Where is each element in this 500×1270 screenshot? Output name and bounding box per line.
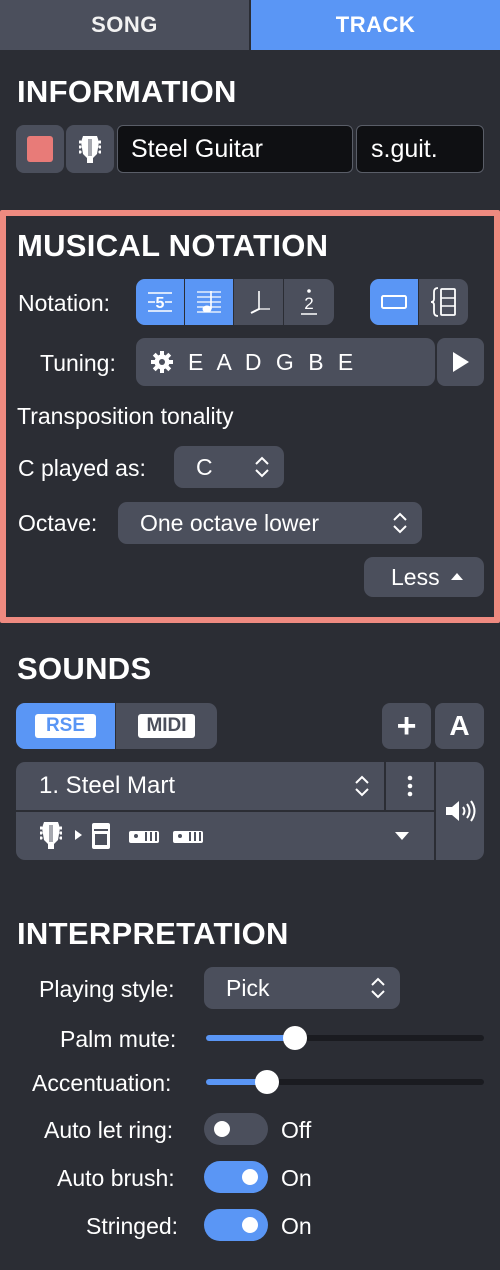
track-name-field[interactable]: Steel Guitar	[117, 125, 353, 173]
tablature-icon: 5	[148, 292, 172, 312]
standard-notation-icon	[197, 291, 221, 313]
updown-chevron-icon	[393, 512, 407, 534]
tuning-label: Tuning:	[40, 350, 116, 376]
tuning-select[interactable]: E A D G B E	[136, 338, 435, 386]
auto-let-ring-label: Auto let ring:	[44, 1117, 174, 1143]
play-arrow-icon	[75, 830, 82, 840]
add-sound-button[interactable]: +	[382, 703, 431, 749]
svg-text:5: 5	[156, 295, 165, 312]
accentuation-label: Accentuation:	[32, 1070, 172, 1096]
standard-notation-mode-button[interactable]	[185, 279, 234, 325]
single-staff-icon	[381, 295, 407, 309]
sound-engine-group: RSE MIDI	[16, 703, 217, 749]
auto-brush-toggle[interactable]	[204, 1161, 268, 1193]
stringed-state: On	[281, 1213, 312, 1239]
track-color-button[interactable]	[16, 125, 64, 173]
midi-label: MIDI	[138, 714, 195, 738]
rse-label: RSE	[34, 714, 97, 738]
less-button[interactable]: Less	[364, 557, 484, 597]
slash-notation-icon	[250, 291, 270, 314]
playing-style-label: Playing style:	[39, 976, 175, 1002]
tablature-mode-button[interactable]: 5	[136, 279, 185, 325]
toggle-knob	[242, 1169, 258, 1185]
auto-let-ring-toggle[interactable]	[204, 1113, 268, 1145]
sound-select[interactable]: 1. Steel Mart	[16, 762, 384, 810]
tab-track[interactable]: TRACK	[251, 0, 500, 50]
toggle-knob	[214, 1121, 230, 1137]
layout-mode-group	[370, 279, 468, 325]
notation-mode-group: 5 2	[136, 279, 334, 325]
color-swatch	[27, 136, 53, 162]
interpretation-title: INTERPRETATION	[17, 916, 289, 951]
accentuation-slider[interactable]	[206, 1070, 484, 1094]
numbered-notation-icon: 2	[301, 289, 317, 315]
auto-brush-state: On	[281, 1165, 312, 1191]
palm-mute-handle[interactable]	[283, 1026, 307, 1050]
effect-pedal-icon	[173, 831, 203, 843]
guitar-headstock-icon	[79, 136, 101, 163]
sound-name: 1. Steel Mart	[39, 772, 176, 799]
notation-label: Notation:	[18, 290, 111, 316]
information-title: INFORMATION	[17, 74, 237, 109]
c-played-as-select[interactable]: C	[174, 446, 284, 488]
palm-mute-fill	[206, 1035, 295, 1041]
sound-options-button[interactable]	[386, 762, 434, 810]
toggle-knob	[242, 1217, 258, 1233]
guitar-headstock-icon	[40, 822, 62, 849]
auto-brush-label: Auto brush:	[57, 1165, 175, 1191]
instrument-icon-button[interactable]	[66, 125, 114, 173]
playing-style-select[interactable]: Pick	[204, 967, 400, 1009]
multi-staff-brace-icon	[430, 287, 456, 317]
stringed-toggle[interactable]	[204, 1209, 268, 1241]
sounds-title: SOUNDS	[17, 651, 152, 686]
automation-button[interactable]: A	[435, 703, 484, 749]
accentuation-handle[interactable]	[255, 1070, 279, 1094]
svg-text:2: 2	[304, 294, 313, 313]
more-vertical-icon	[407, 775, 413, 797]
tab-song[interactable]: SONG	[0, 0, 249, 50]
transposition-heading: Transposition tonality	[17, 403, 234, 429]
octave-value: One octave lower	[140, 509, 319, 536]
speaker-icon	[446, 800, 476, 822]
midi-button[interactable]: MIDI	[116, 703, 217, 749]
c-played-as-label: C played as:	[18, 455, 146, 481]
c-played-as-value: C	[196, 453, 213, 480]
musical-notation-title: MUSICAL NOTATION	[17, 228, 329, 263]
multi-staff-button[interactable]	[419, 279, 468, 325]
short-name-field[interactable]: s.guit.	[356, 125, 484, 173]
octave-label: Octave:	[18, 510, 98, 536]
chevron-down-icon	[395, 832, 409, 840]
updown-chevron-icon	[355, 775, 369, 797]
effect-pedal-icon	[129, 831, 159, 843]
palm-mute-label: Palm mute:	[60, 1026, 177, 1052]
tuning-value: E A D G B E	[188, 348, 358, 375]
tuning-play-button[interactable]	[437, 338, 484, 386]
numbered-notation-mode-button[interactable]: 2	[284, 279, 334, 325]
updown-chevron-icon	[255, 456, 269, 478]
playing-style-value: Pick	[226, 974, 270, 1001]
updown-chevron-icon	[371, 977, 385, 999]
gear-icon	[151, 351, 173, 373]
slash-notation-mode-button[interactable]	[234, 279, 284, 325]
amplifier-icon	[92, 823, 110, 849]
octave-select[interactable]: One octave lower	[118, 502, 422, 544]
rse-button[interactable]: RSE	[16, 703, 116, 749]
volume-button[interactable]	[436, 762, 484, 860]
play-icon	[452, 352, 469, 372]
palm-mute-slider[interactable]	[206, 1026, 484, 1050]
less-button-label: Less	[391, 563, 440, 590]
auto-let-ring-state: Off	[281, 1117, 312, 1143]
signal-chain-row[interactable]	[16, 812, 434, 860]
caret-up-icon	[451, 573, 463, 580]
single-staff-button[interactable]	[370, 279, 419, 325]
stringed-label: Stringed:	[86, 1213, 179, 1239]
